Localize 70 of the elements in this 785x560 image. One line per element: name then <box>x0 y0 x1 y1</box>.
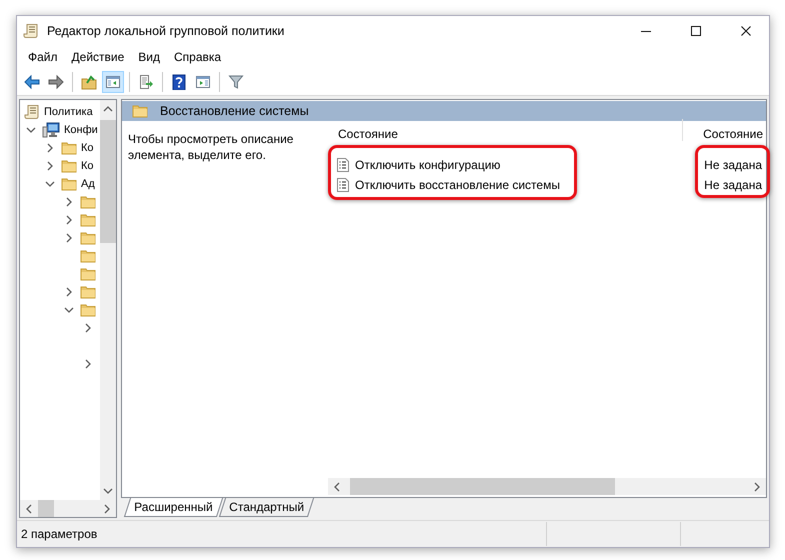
scroll-right-icon <box>102 504 112 514</box>
policy-setting-icon <box>337 178 349 192</box>
scroll-thumb[interactable] <box>100 120 116 243</box>
chevron-right-icon[interactable] <box>64 287 74 297</box>
export-icon <box>138 74 154 90</box>
chevron-down-icon[interactable] <box>64 305 74 315</box>
folder-icon <box>61 141 77 155</box>
details-title: Восстановление системы <box>160 104 309 118</box>
folder-icon <box>80 213 96 227</box>
chevron-right-icon[interactable] <box>64 233 74 243</box>
tab[interactable]: Стандартный <box>218 498 314 517</box>
scroll-left-icon <box>24 504 34 514</box>
chevron-right-icon[interactable] <box>83 323 93 333</box>
help-icon <box>171 74 187 90</box>
chevron-right-icon[interactable] <box>45 143 55 153</box>
menu-item[interactable]: Действие <box>64 48 132 66</box>
folder-icon <box>132 104 148 118</box>
column-header[interactable]: Состояние <box>703 127 766 141</box>
folder-icon <box>80 285 96 299</box>
folder-icon <box>80 303 96 317</box>
close-icon <box>741 26 751 36</box>
forward-icon <box>48 74 64 90</box>
scrollbar[interactable] <box>328 478 766 495</box>
chevron-right-icon[interactable] <box>45 161 55 171</box>
folder-icon <box>80 249 96 263</box>
scroll-left-icon <box>332 482 342 492</box>
tree-item[interactable]: Ко <box>81 142 94 154</box>
policy-name[interactable]: Отключить конфигурацию <box>355 158 500 172</box>
chevron-right-icon[interactable] <box>64 215 74 225</box>
policy-state: Не задана <box>704 158 763 172</box>
chevron-down-icon[interactable] <box>45 179 55 189</box>
filter-icon <box>228 74 244 90</box>
folder-icon <box>80 267 96 281</box>
scroll-thumb[interactable] <box>38 500 54 517</box>
chevron-down-icon[interactable] <box>26 125 36 135</box>
folder-icon <box>61 177 77 191</box>
folder-icon <box>80 231 96 245</box>
menu-item[interactable]: Вид <box>131 48 167 66</box>
policy-setting-icon <box>337 158 349 172</box>
policy-state: Не задана <box>704 178 763 192</box>
scroll-right-icon <box>752 482 762 492</box>
computer-icon <box>42 122 60 138</box>
policy-name[interactable]: Отключить восстановление системы <box>355 178 560 192</box>
folder-icon <box>61 159 77 173</box>
chevron-right-icon[interactable] <box>83 359 93 369</box>
menu-item[interactable]: Файл <box>21 48 65 66</box>
folder-icon <box>80 195 96 209</box>
pane-icon <box>105 74 121 90</box>
tree-item[interactable]: Ад <box>81 178 95 190</box>
maximize-icon <box>691 26 701 36</box>
scroll-up-icon <box>103 104 113 114</box>
description-text: Чтобы просмотреть описание элемента, выделите его. <box>127 131 294 164</box>
chevron-right-icon[interactable] <box>64 197 74 207</box>
tree-item[interactable]: Ко <box>81 160 94 172</box>
scrollbar[interactable] <box>20 500 116 517</box>
scroll-thumb[interactable] <box>350 478 615 495</box>
scroll-icon <box>24 104 40 120</box>
tab[interactable]: Расширенный <box>124 498 223 517</box>
pane-icon <box>195 74 211 90</box>
scroll-icon <box>23 23 39 39</box>
scroll-down-icon <box>103 486 113 496</box>
status-text: 2 параметров <box>20 527 98 541</box>
back-icon <box>24 74 40 90</box>
column-header[interactable]: Состояние <box>338 127 398 141</box>
tree-item[interactable]: Конфи <box>64 124 98 136</box>
menu-item[interactable]: Справка <box>167 48 228 66</box>
window-title: Редактор локальной групповой политики <box>47 24 286 38</box>
scrollbar[interactable] <box>100 100 116 500</box>
folder-up-icon <box>81 74 97 90</box>
tree-item[interactable]: Политика <box>44 106 93 118</box>
